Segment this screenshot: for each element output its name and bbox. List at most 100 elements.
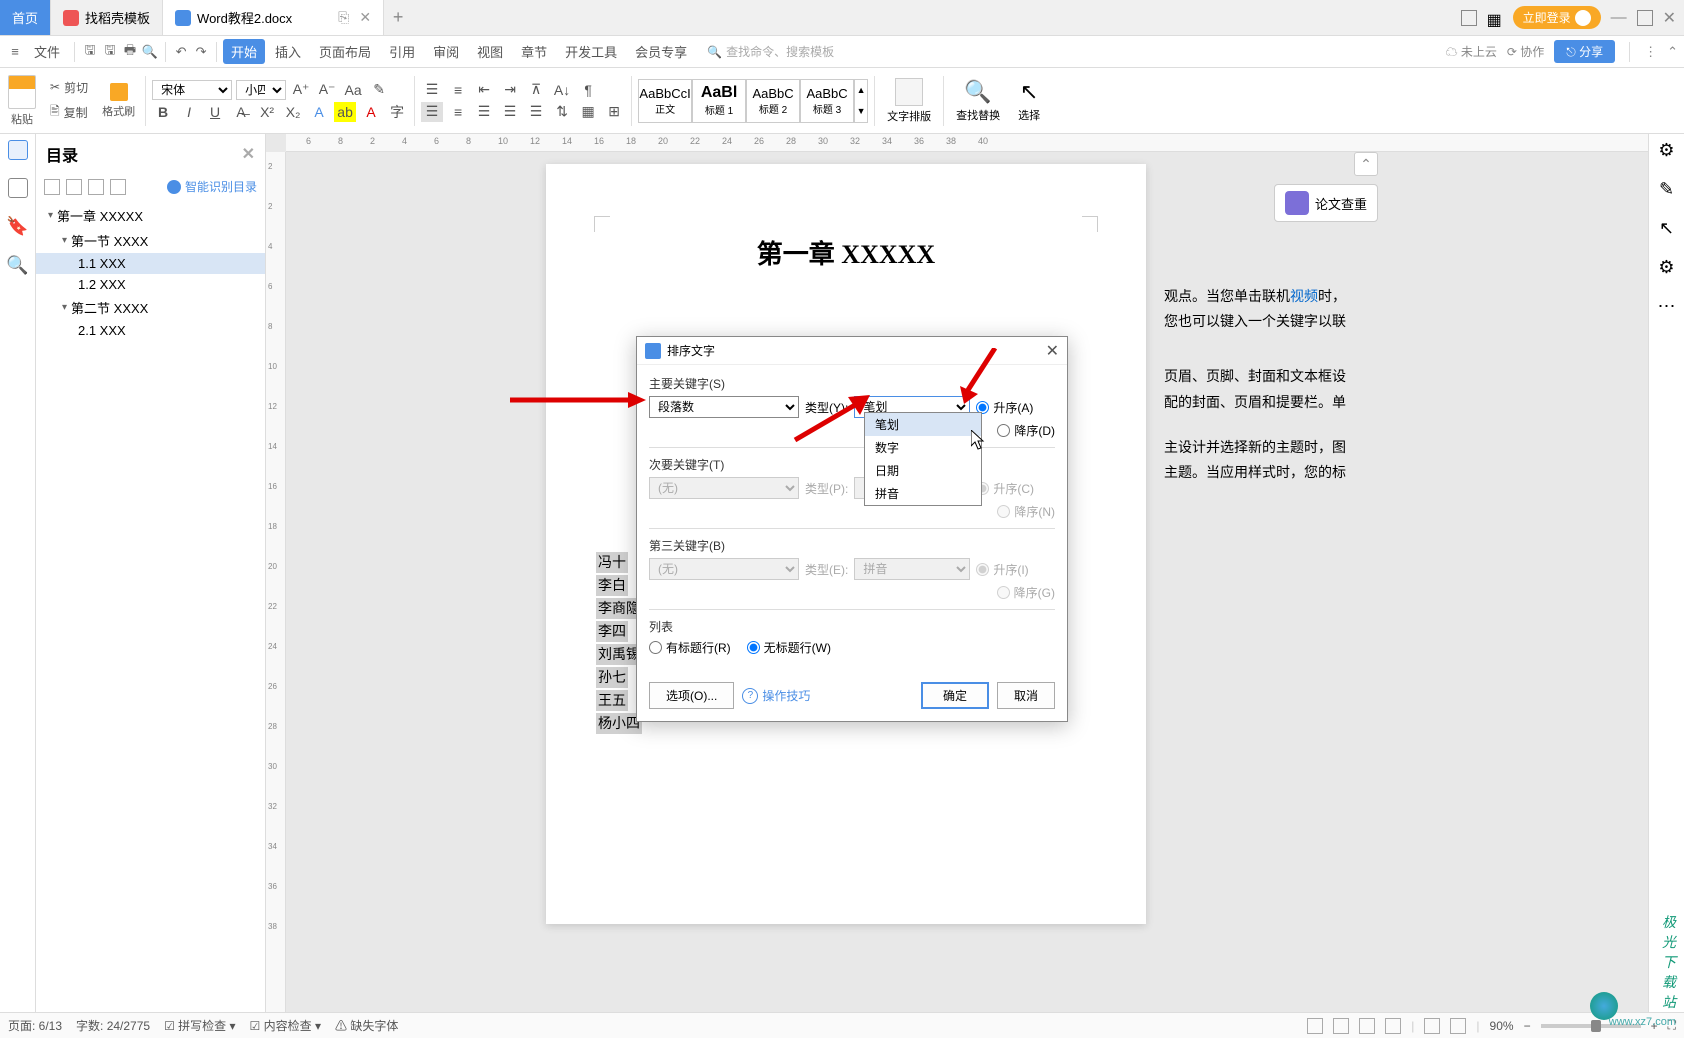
align-justify-icon[interactable]: ☰	[499, 102, 521, 122]
menu-layout[interactable]: 页面布局	[311, 39, 379, 64]
menu-reference[interactable]: 引用	[381, 39, 423, 64]
show-marks-icon[interactable]: ¶	[577, 80, 599, 100]
copy-button[interactable]: 🖹 复制	[46, 100, 92, 125]
desc-d-radio[interactable]: 降序(D)	[997, 422, 1055, 439]
login-button[interactable]: 立即登录	[1513, 6, 1601, 29]
outline-tool-icon[interactable]	[88, 179, 104, 195]
layout-toggle-icon[interactable]	[1461, 10, 1477, 26]
menu-view[interactable]: 视图	[469, 39, 511, 64]
outdent-icon[interactable]: ⇤	[473, 80, 495, 100]
clear-format-icon[interactable]: ✎	[368, 80, 390, 100]
font-size-select[interactable]: 小四	[236, 80, 286, 100]
tips-link[interactable]: 操作技巧	[742, 687, 810, 704]
share-button[interactable]: ⎋ 分享	[1554, 40, 1615, 63]
fit-page-icon[interactable]	[1424, 1018, 1440, 1034]
hamburger-icon[interactable]: ≡	[6, 43, 24, 61]
text-layout-button[interactable]: 文字排版	[881, 76, 937, 126]
thesis-check-button[interactable]: 论文查重	[1274, 184, 1378, 222]
settings-icon[interactable]: ⚙	[1658, 140, 1674, 161]
align-center-icon[interactable]: ≡	[447, 102, 469, 122]
align-left-icon[interactable]: ☰	[421, 102, 443, 122]
outline-tool-icon[interactable]	[44, 179, 60, 195]
window-maximize-icon[interactable]	[1637, 10, 1653, 26]
styles-up-icon[interactable]: ▲	[855, 85, 867, 95]
tab-document[interactable]: Word教程2.docx ⎘ ✕	[163, 0, 384, 35]
cut-button[interactable]: ✂ 剪切	[46, 77, 92, 98]
underline-icon[interactable]: U	[204, 102, 226, 122]
print-icon[interactable]: 🖶	[121, 43, 139, 61]
secondary-key-select[interactable]: (无)	[649, 477, 799, 499]
dropdown-option[interactable]: 数字	[865, 436, 981, 459]
save-as-icon[interactable]: 🖫	[101, 43, 119, 61]
dropdown-option[interactable]: 笔划	[865, 413, 981, 436]
line-spacing-icon[interactable]: ⇅	[551, 102, 573, 122]
text-effects-icon[interactable]: A	[308, 102, 330, 122]
tab-pin-icon[interactable]: ⎘	[338, 9, 349, 26]
no-header-radio[interactable]: 无标题行(W)	[747, 639, 831, 656]
tree-item[interactable]: ▾第一章 XXXXX	[36, 203, 265, 228]
fit-width-icon[interactable]	[1450, 1018, 1466, 1034]
coop-button[interactable]: ⟳ 协作	[1507, 43, 1544, 60]
shading-icon[interactable]: ▦	[577, 102, 599, 122]
decrease-font-icon[interactable]: A⁻	[316, 80, 338, 100]
tree-item[interactable]: ▾第二节 XXXX	[36, 295, 265, 320]
zoom-value[interactable]: 90%	[1490, 1019, 1514, 1033]
distribute-icon[interactable]: ☰	[525, 102, 547, 122]
tree-item[interactable]: 1.1 XXX	[36, 253, 265, 274]
pointer-icon[interactable]: ↖	[1659, 218, 1674, 239]
tab-settings-icon[interactable]: ⊼	[525, 80, 547, 100]
menu-chapter[interactable]: 章节	[513, 39, 555, 64]
cloud-status[interactable]: ☁ 未上云	[1445, 43, 1496, 60]
primary-key-select[interactable]: 段落数	[649, 396, 799, 418]
dropdown-option[interactable]: 日期	[865, 459, 981, 482]
bullets-icon[interactable]: ☰	[421, 80, 443, 100]
view-mode-icon[interactable]	[1307, 1018, 1323, 1034]
style-heading2[interactable]: AaBbC 标题 2	[746, 79, 800, 123]
expand-icon[interactable]: ⌃	[1667, 44, 1678, 60]
status-font[interactable]: ⚠ 缺失字体	[335, 1017, 398, 1034]
options-button[interactable]: 选项(O)...	[649, 682, 734, 709]
smart-outline-button[interactable]: 智能识别目录	[167, 178, 257, 195]
tab-close-icon[interactable]: ✕	[359, 9, 371, 26]
view-mode-icon[interactable]	[1359, 1018, 1375, 1034]
bookmark-icon[interactable]: 🔖	[6, 216, 28, 237]
superscript-icon[interactable]: X²	[256, 102, 278, 122]
font-color-icon[interactable]: A	[360, 102, 382, 122]
menu-review[interactable]: 审阅	[425, 39, 467, 64]
sort-icon[interactable]: A↓	[551, 80, 573, 100]
outline-toggle-icon[interactable]	[8, 140, 28, 160]
align-right-icon[interactable]: ☰	[473, 102, 495, 122]
outline-tool-icon[interactable]	[66, 179, 82, 195]
menu-member[interactable]: 会员专享	[627, 39, 695, 64]
menu-file[interactable]: 文件	[26, 39, 68, 64]
command-search[interactable]: 🔍 查找命令、搜索模板	[707, 43, 834, 60]
find-icon[interactable]: 🔍	[6, 255, 28, 276]
tab-template[interactable]: 找稻壳模板	[51, 0, 163, 35]
style-normal[interactable]: AaBbCcI 正文	[638, 79, 692, 123]
styles-down-icon[interactable]: ▼	[855, 106, 867, 116]
print-preview-icon[interactable]: 🔍	[141, 43, 159, 61]
numbering-icon[interactable]: ≡	[447, 80, 469, 100]
window-close-icon[interactable]: ✕	[1663, 8, 1676, 28]
tab-add-button[interactable]: +	[384, 7, 412, 28]
horizontal-ruler[interactable]: 68246810121416182022242628303234363840	[286, 134, 1648, 152]
scroll-up-icon[interactable]: ⌃	[1354, 152, 1378, 176]
undo-icon[interactable]: ↶	[172, 43, 190, 61]
has-header-radio[interactable]: 有标题行(R)	[649, 639, 731, 656]
bold-icon[interactable]: B	[152, 102, 174, 122]
paste-icon[interactable]	[8, 75, 36, 109]
view-mode-icon[interactable]	[1385, 1018, 1401, 1034]
format-painter-group[interactable]: 格式刷	[98, 81, 139, 121]
change-case-icon[interactable]: Aa	[342, 80, 364, 100]
font-family-select[interactable]: 宋体	[152, 80, 232, 100]
menu-start[interactable]: 开始	[223, 39, 265, 64]
tab-home[interactable]: 首页	[0, 0, 51, 35]
phonetic-icon[interactable]: 字	[386, 102, 408, 122]
ok-button[interactable]: 确定	[921, 682, 989, 709]
menu-devtools[interactable]: 开发工具	[557, 39, 625, 64]
highlight-icon[interactable]: ab	[334, 102, 356, 122]
tree-item[interactable]: 1.2 XXX	[36, 274, 265, 295]
edit-icon[interactable]: ✎	[1659, 179, 1674, 200]
borders-icon[interactable]: ⊞	[603, 102, 625, 122]
strike-icon[interactable]: A̶	[230, 102, 252, 122]
